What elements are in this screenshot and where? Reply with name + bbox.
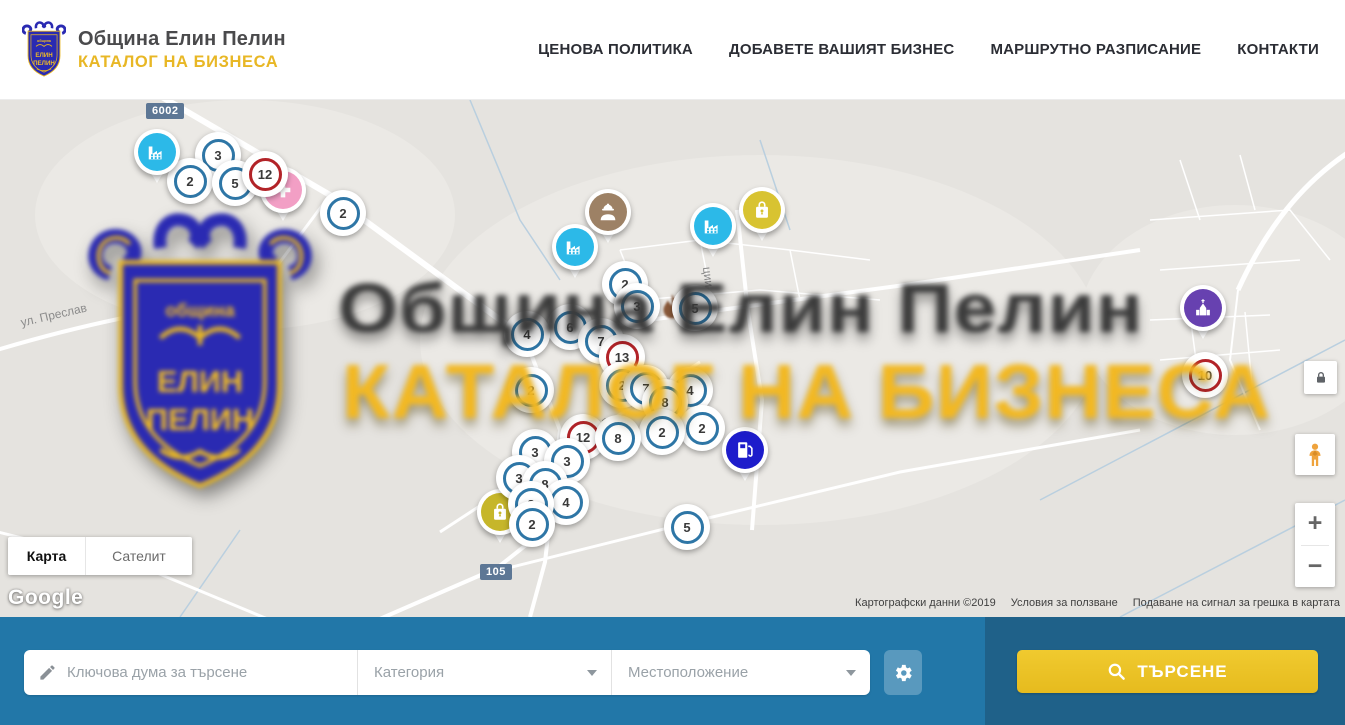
- cluster-count: 2: [686, 412, 719, 445]
- site-title: Община Елин Пелин: [78, 28, 286, 51]
- pin-disc: [739, 187, 785, 233]
- nav-route-schedule[interactable]: МАРШРУТНО РАЗПИСАНИЕ: [990, 41, 1201, 58]
- cluster-count: 5: [671, 511, 704, 544]
- cluster-marker[interactable]: 5: [664, 504, 710, 550]
- cluster-marker[interactable]: 12: [242, 151, 288, 197]
- fuel-pump-icon: [734, 439, 756, 461]
- keyword-section: [24, 650, 358, 695]
- cluster-marker[interactable]: 10: [1182, 352, 1228, 398]
- svg-text:община: община: [37, 39, 52, 43]
- cluster-marker[interactable]: 8: [595, 415, 641, 461]
- map-type-map-button[interactable]: Карта: [8, 537, 86, 575]
- nav-pricing[interactable]: ЦЕНОВА ПОЛИТИКА: [538, 41, 693, 58]
- svg-text:ЕЛИН: ЕЛИН: [35, 52, 53, 59]
- cluster-count: 4: [550, 486, 583, 519]
- gear-icon: [892, 662, 914, 684]
- nav-contacts[interactable]: КОНТАКТИ: [1237, 41, 1319, 58]
- pencil-icon: [38, 663, 57, 682]
- pegman-button[interactable]: [1295, 434, 1335, 475]
- cluster-count: 2: [174, 165, 207, 198]
- header: община ЕЛИН ПЕЛИН Община Елин Пелин КАТА…: [0, 0, 1345, 100]
- road-number-badge: 105: [480, 564, 512, 580]
- pin-disc: [1180, 285, 1226, 331]
- pin-disc: [134, 129, 180, 175]
- search-input-group: Категория Местоположение: [24, 650, 870, 695]
- cluster-count: 12: [249, 158, 282, 191]
- cluster-marker[interactable]: 2: [639, 409, 685, 455]
- site-logo[interactable]: община ЕЛИН ПЕЛИН Община Елин Пелин КАТА…: [22, 21, 286, 79]
- page: община ЕЛИН ПЕЛИН Община Елин Пелин КАТА…: [0, 0, 1345, 725]
- street-name-label: ции: [700, 266, 716, 288]
- cluster-count: 2: [327, 197, 360, 230]
- zoom-out-button[interactable]: −: [1295, 546, 1335, 588]
- chevron-down-icon: [587, 670, 597, 676]
- cluster-count: 10: [1189, 359, 1222, 392]
- cluster-count: 5: [679, 292, 712, 325]
- cluster-marker[interactable]: 3: [614, 283, 660, 329]
- church-icon: [1192, 297, 1214, 319]
- svg-text:ПЕЛИН: ПЕЛИН: [33, 59, 55, 66]
- cluster-count: 2: [646, 416, 679, 449]
- search-submit-button[interactable]: ТЪРСЕНЕ: [1017, 650, 1318, 693]
- report-map-error-link[interactable]: Подаване на сигнал за грешка в картата: [1133, 597, 1340, 609]
- pin-disc: [722, 427, 768, 473]
- shopping-bag-icon: [751, 199, 773, 221]
- chevron-down-icon: [846, 670, 856, 676]
- map-type-control: Карта Сателит: [8, 537, 192, 575]
- location-select[interactable]: Местоположение: [612, 650, 870, 695]
- map-lock-button[interactable]: [1304, 361, 1337, 394]
- terms-of-use-link[interactable]: Условия за ползване: [1011, 597, 1118, 609]
- factory-icon: [702, 215, 724, 237]
- google-logo[interactable]: Google: [8, 586, 83, 610]
- site-subtitle: КАТАЛОГ НА БИЗНЕСА: [78, 53, 286, 72]
- lock-icon: [1313, 370, 1329, 386]
- municipality-shield-icon: община ЕЛИН ПЕЛИН: [22, 21, 66, 79]
- cluster-marker[interactable]: 2: [679, 405, 725, 451]
- cluster-count: 4: [511, 318, 544, 351]
- category-select-label: Категория: [374, 664, 444, 681]
- cluster-count: 8: [602, 422, 635, 455]
- cluster-count: 3: [621, 290, 654, 323]
- pin-disc: [552, 224, 598, 270]
- pegman-icon: [1304, 442, 1326, 468]
- cluster-marker[interactable]: 5: [672, 285, 718, 331]
- zoom-in-button[interactable]: +: [1295, 503, 1335, 545]
- cluster-marker[interactable]: 2: [320, 190, 366, 236]
- main-nav: ЦЕНОВА ПОЛИТИКА ДОБАВЕТЕ ВАШИЯТ БИЗНЕС М…: [538, 41, 1319, 58]
- cluster-marker[interactable]: 4: [504, 311, 550, 357]
- cluster-count: 2: [516, 508, 549, 541]
- cluster-count: 2: [515, 374, 548, 407]
- zoom-control: + −: [1295, 503, 1335, 587]
- advanced-settings-button[interactable]: [884, 650, 922, 695]
- map-type-satellite-button[interactable]: Сателит: [86, 537, 192, 575]
- map-attribution: Картографски данни ©2019 Условия за полз…: [855, 597, 1340, 609]
- search-bar: Категория Местоположение ТЪРСЕНЕ: [0, 617, 1345, 725]
- map-data-copyright: Картографски данни ©2019: [855, 597, 996, 609]
- road-number-badge: 6002: [146, 103, 184, 119]
- pin-disc: [585, 189, 631, 235]
- category-select[interactable]: Категория: [358, 650, 612, 695]
- nav-add-business[interactable]: ДОБАВЕТЕ ВАШИЯТ БИЗНЕС: [729, 41, 954, 58]
- factory-icon: [564, 236, 586, 258]
- search-submit-label: ТЪРСЕНЕ: [1137, 662, 1227, 682]
- cluster-marker[interactable]: 2: [509, 501, 555, 547]
- search-icon: [1107, 662, 1126, 681]
- factory-icon: [146, 141, 168, 163]
- cluster-marker[interactable]: 2: [508, 367, 554, 413]
- google-map[interactable]: 6002105ул. Преславбул. „Новоселции 32512…: [0, 100, 1345, 617]
- construction-worker-icon: [597, 201, 619, 223]
- pin-disc: [690, 203, 736, 249]
- keyword-search-input[interactable]: [67, 664, 347, 681]
- location-select-label: Местоположение: [628, 664, 748, 681]
